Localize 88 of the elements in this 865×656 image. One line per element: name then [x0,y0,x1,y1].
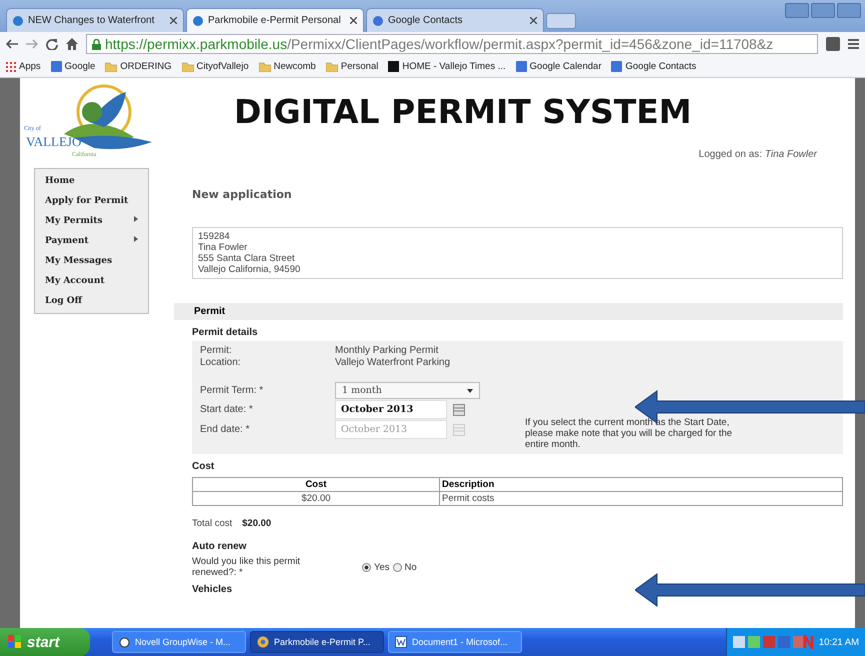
bookmark-link[interactable]: Apps [19,61,41,72]
field-label: End date: * [200,424,250,435]
field-label: Permit Term: * [200,385,264,396]
field-label: Location: [200,357,242,368]
calendar-icon[interactable] [453,404,465,416]
close-icon[interactable] [530,17,537,24]
grid-icon [6,62,16,72]
menu-item[interactable]: Apply for Permit [35,191,148,211]
bookmark-link[interactable]: ORDERING [120,61,172,72]
field-value: Vallejo Waterfront Parking [335,357,452,368]
bookmark-link[interactable]: Google Contacts [625,61,696,72]
total-label: Total cost [192,518,232,529]
address-box: 159284 Tina Fowler 555 Santa Clara Street Vallejo California, 94590 [192,227,843,279]
field-label: Start date: * [200,404,254,415]
minimize-button[interactable] [785,3,809,18]
menu-item[interactable]: Log Off [35,291,148,311]
reload-icon[interactable] [46,38,58,50]
table-cell: $20.00 [192,492,440,506]
radio-option[interactable]: No [392,556,417,578]
permit-term-dropdown[interactable]: 1 month [335,382,480,399]
menu-item[interactable]: My Messages [35,251,148,271]
browser-tab[interactable]: Parkmobile e-Permit Personal [186,8,364,32]
column-header: Cost [192,478,440,492]
bookmark-link[interactable]: CityofVallejo [196,61,249,72]
page-icon [193,16,203,26]
browser-tab[interactable]: Google Contacts [366,8,544,32]
logo-icon [388,61,400,72]
new-tab-button[interactable] [546,13,576,29]
taskbar-button[interactable]: Parkmobile e-Permit P... [250,631,384,653]
subsection-title: Permit details [192,327,259,338]
folder-icon [105,62,118,72]
bookmark-link[interactable]: Google [64,61,96,72]
document-icon [395,636,407,648]
scrollbar[interactable] [855,78,865,628]
field-label: Permit: [200,345,233,356]
address-bar[interactable]: https://permixx.parkmobile.us/Permixx/ClientPages/workflow/permit.aspx?permit_id=456&zone_id=11708&z [86,34,818,54]
caret-icon [467,388,473,392]
page-icon [13,16,23,26]
site-icon [516,61,527,72]
field-value: Monthly Parking Permit [335,345,440,356]
subsection-title: Vehicles [192,584,234,595]
menu-item[interactable]: My Account [35,271,148,291]
caret-icon [134,236,138,242]
subsection-title: Auto renew [192,541,248,552]
folder-icon [326,62,338,72]
extension-icon[interactable] [826,37,840,51]
taskbar-button[interactable]: Novell GroupWise - M... [112,631,246,653]
logged-on-text: Logged on as: Tina Fowler [698,149,817,160]
menu-icon[interactable] [848,39,859,49]
bookmark-link[interactable]: HOME - Vallejo Times ... [402,61,506,72]
close-icon[interactable] [350,17,357,24]
clock-icon [119,636,130,648]
maximize-button[interactable] [811,3,835,18]
caret-icon [134,216,138,222]
browser-tab[interactable]: NEW Changes to Waterfront [6,8,184,32]
page-heading: New application [192,188,293,201]
site-icon [50,61,62,72]
circle-icon [257,636,269,648]
question-text: Would you like this permit renewed?: * [192,556,302,578]
page-icon [373,16,383,26]
url-text: https://permixx.parkmobile.us/Permixx/ClientPages/workflow/permit.aspx?permit_id=456&zone_id=11708&z [105,36,774,52]
folder-icon [182,62,194,72]
back-icon[interactable] [6,39,18,49]
logo-text: VALLEJO [26,134,82,150]
lock-icon [92,38,101,50]
folder-icon [258,62,271,72]
menu-item[interactable]: Home [35,171,148,191]
flag-icon [8,635,22,649]
clock-text: 10:21 AM [818,636,859,648]
table-cell: Permit costs [440,492,842,506]
menu-item[interactable]: Payment [35,231,148,251]
total-value: $20.00 [242,518,272,529]
menu-item[interactable]: My Permits [35,211,148,231]
date-field[interactable]: October 2013 [335,400,447,419]
section-header: Permit [174,303,843,320]
page-title: DIGITAL PERMIT SYSTEM [234,92,693,131]
radio-option[interactable]: Yes [362,556,390,578]
home-icon[interactable] [66,38,78,50]
subsection-title: Cost [192,461,216,472]
column-header: Description [440,478,842,492]
close-icon[interactable] [170,17,177,24]
bookmark-link[interactable]: Google Calendar [530,61,602,72]
bookmark-link[interactable]: Personal [340,61,378,72]
close-button[interactable] [837,3,861,18]
bookmark-link[interactable]: Newcomb [274,61,316,72]
site-icon [611,61,622,72]
taskbar-button[interactable]: Document1 - Microsof... [388,631,522,653]
forward-icon[interactable] [26,39,38,49]
